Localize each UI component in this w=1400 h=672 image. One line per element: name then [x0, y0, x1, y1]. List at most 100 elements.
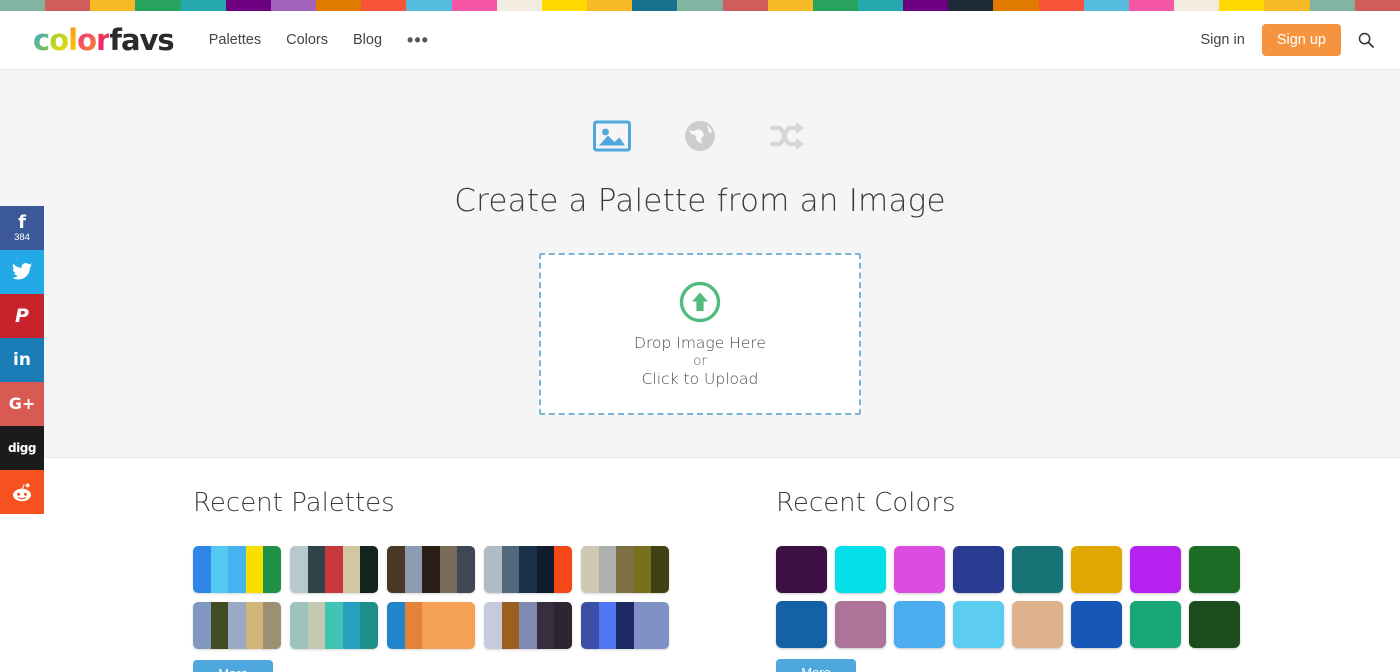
- googleplus-icon: G+: [9, 395, 36, 413]
- palette-color-stripe: [422, 602, 440, 649]
- color-swatch[interactable]: [953, 601, 1004, 648]
- strip-color: [948, 0, 993, 11]
- strip-color: [452, 0, 497, 11]
- digg-share-button[interactable]: digg: [0, 426, 44, 470]
- palette-card[interactable]: [387, 546, 475, 593]
- strip-color: [542, 0, 587, 11]
- site-logo[interactable]: colorfavs: [33, 26, 174, 55]
- reddit-share-button[interactable]: [0, 470, 44, 514]
- palette-card[interactable]: [581, 602, 669, 649]
- color-swatch[interactable]: [835, 546, 886, 593]
- recent-colors-grid: [776, 546, 1246, 648]
- palette-color-stripe: [228, 602, 246, 649]
- palette-color-stripe: [308, 602, 326, 649]
- nav-more-icon[interactable]: •••: [407, 35, 429, 45]
- color-swatch[interactable]: [1130, 546, 1181, 593]
- image-dropzone[interactable]: Drop Image Here or Click to Upload: [539, 253, 861, 415]
- palette-card[interactable]: [387, 602, 475, 649]
- image-icon[interactable]: [592, 116, 632, 156]
- linkedin-icon: in: [13, 351, 31, 369]
- pinterest-share-button[interactable]: P: [0, 294, 44, 338]
- shuffle-icon[interactable]: [768, 116, 808, 156]
- strip-color: [497, 0, 542, 11]
- recent-palettes-title: Recent Palettes: [193, 488, 731, 518]
- palette-color-stripe: [422, 546, 440, 593]
- color-swatch[interactable]: [894, 546, 945, 593]
- color-swatch[interactable]: [1189, 546, 1240, 593]
- palette-color-stripe: [343, 602, 361, 649]
- top-color-strip: [0, 0, 1400, 11]
- palette-color-stripe: [440, 602, 458, 649]
- hero-section: f 384 P in G+ digg: [0, 70, 1400, 458]
- palette-color-stripe: [290, 546, 308, 593]
- palette-color-stripe: [581, 602, 599, 649]
- palette-color-stripe: [616, 602, 634, 649]
- nav-colors[interactable]: Colors: [286, 32, 328, 48]
- palette-card[interactable]: [290, 602, 378, 649]
- dropzone-line-1: Drop Image Here: [634, 334, 766, 352]
- color-swatch[interactable]: [1071, 546, 1122, 593]
- strip-color: [1174, 0, 1219, 11]
- palette-color-stripe: [405, 546, 423, 593]
- facebook-share-button[interactable]: f 384: [0, 206, 44, 250]
- strip-color: [135, 0, 180, 11]
- strip-color: [361, 0, 406, 11]
- strip-color: [1355, 0, 1400, 11]
- strip-color: [1129, 0, 1174, 11]
- logo-letter: l: [68, 26, 77, 55]
- color-swatch[interactable]: [1012, 601, 1063, 648]
- facebook-icon: f: [18, 214, 26, 232]
- dropzone-line-2: or: [634, 352, 766, 370]
- color-swatch[interactable]: [1071, 601, 1122, 648]
- search-icon[interactable]: [1358, 32, 1374, 48]
- strip-color: [316, 0, 361, 11]
- strip-color: [813, 0, 858, 11]
- palette-color-stripe: [519, 546, 537, 593]
- recent-colors-more-button[interactable]: More: [776, 659, 856, 672]
- palette-color-stripe: [387, 546, 405, 593]
- palette-color-stripe: [537, 546, 555, 593]
- recent-colors-title: Recent Colors: [776, 488, 1246, 518]
- recent-colors-panel: Recent Colors More: [776, 488, 1246, 672]
- palette-card[interactable]: [484, 546, 572, 593]
- color-swatch[interactable]: [1189, 601, 1240, 648]
- strip-color: [587, 0, 632, 11]
- palette-color-stripe: [360, 602, 378, 649]
- googleplus-share-button[interactable]: G+: [0, 382, 44, 426]
- palette-card[interactable]: [290, 546, 378, 593]
- dropzone-line-3: Click to Upload: [634, 370, 766, 388]
- palette-color-stripe: [246, 602, 264, 649]
- nav-palettes[interactable]: Palettes: [209, 32, 261, 48]
- sign-in-link[interactable]: Sign in: [1200, 32, 1244, 48]
- palette-color-stripe: [211, 602, 229, 649]
- strip-color: [903, 0, 948, 11]
- twitter-share-button[interactable]: [0, 250, 44, 294]
- strip-color: [632, 0, 677, 11]
- color-swatch[interactable]: [1012, 546, 1063, 593]
- strip-color: [1310, 0, 1355, 11]
- globe-icon[interactable]: [680, 116, 720, 156]
- palette-color-stripe: [484, 546, 502, 593]
- recent-palettes-more-button[interactable]: More: [193, 660, 273, 672]
- palette-color-stripe: [554, 546, 572, 593]
- palette-card[interactable]: [484, 602, 572, 649]
- site-header: colorfavs Palettes Colors Blog ••• Sign …: [0, 11, 1400, 70]
- color-swatch[interactable]: [835, 601, 886, 648]
- logo-favs-text: favs: [109, 23, 173, 57]
- color-swatch[interactable]: [953, 546, 1004, 593]
- strip-color: [993, 0, 1038, 11]
- palette-color-stripe: [616, 546, 634, 593]
- palette-color-stripe: [457, 602, 475, 649]
- palette-card[interactable]: [193, 546, 281, 593]
- palette-color-stripe: [599, 546, 617, 593]
- color-swatch[interactable]: [776, 601, 827, 648]
- color-swatch[interactable]: [1130, 601, 1181, 648]
- palette-card[interactable]: [193, 602, 281, 649]
- color-swatch[interactable]: [894, 601, 945, 648]
- sign-up-button[interactable]: Sign up: [1262, 24, 1341, 56]
- strip-color: [1039, 0, 1084, 11]
- linkedin-share-button[interactable]: in: [0, 338, 44, 382]
- nav-blog[interactable]: Blog: [353, 32, 382, 48]
- color-swatch[interactable]: [776, 546, 827, 593]
- palette-card[interactable]: [581, 546, 669, 593]
